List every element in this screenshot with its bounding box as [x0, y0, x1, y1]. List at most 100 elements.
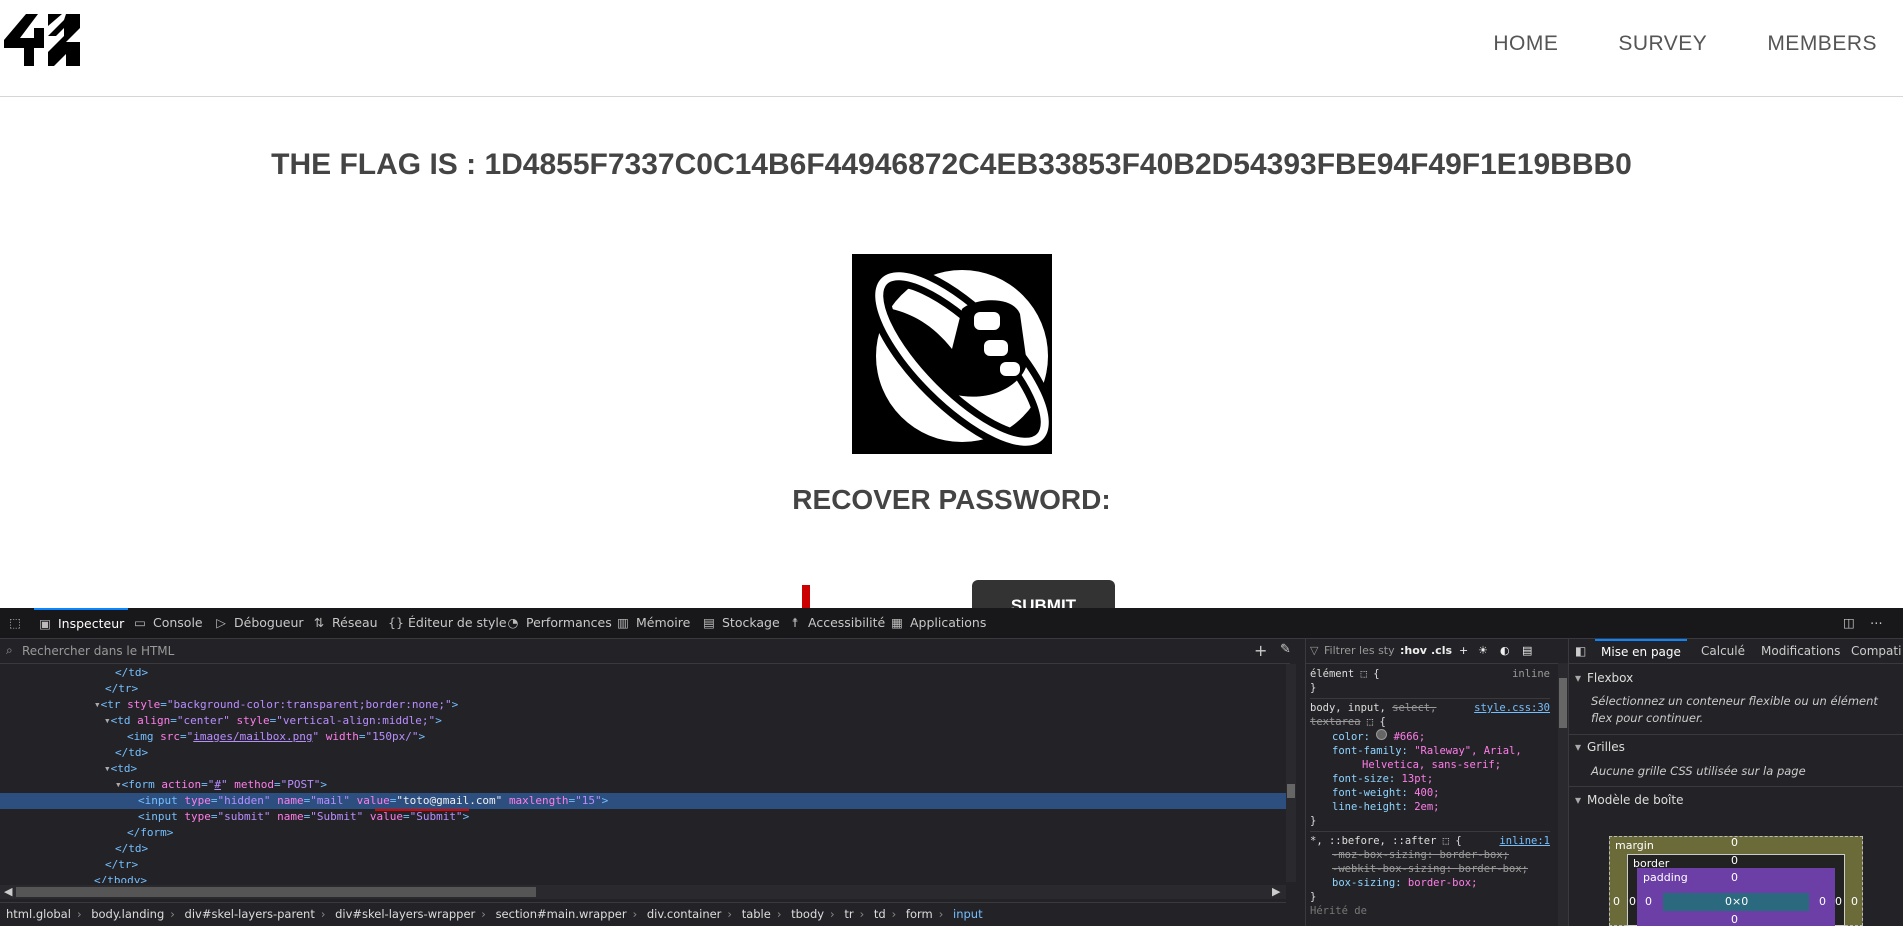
tab-computed[interactable]: Calculé [1701, 639, 1745, 663]
tab-accessibility[interactable]: ☨ Accessibilité [788, 608, 886, 638]
grid-section-header[interactable]: ▾ Grilles [1575, 740, 1625, 754]
border-right-value[interactable]: 0 [1835, 895, 1842, 908]
margin-right-value[interactable]: 0 [1851, 895, 1858, 908]
tree-line[interactable]: <img src="images/mailbox.png" width="150… [0, 729, 1286, 745]
crumb-skel-parent[interactable]: div#skel-layers-parent [185, 907, 315, 921]
crumb-table[interactable]: table [742, 907, 771, 921]
padding-top-value[interactable]: 0 [1731, 871, 1738, 884]
tab-storage[interactable]: ▤ Stockage [702, 608, 780, 638]
add-node-icon[interactable]: + [1254, 641, 1267, 660]
hov-toggle[interactable]: :hov [1400, 644, 1427, 657]
crumb-input[interactable]: input [953, 907, 983, 921]
scroll-right-icon[interactable]: ▶ [1272, 885, 1280, 898]
crumb-container[interactable]: div.container [647, 907, 722, 921]
network-icon: ⇅ [313, 615, 325, 630]
html-search-bar[interactable]: ⌕ Rechercher dans le HTML + ✎ [0, 639, 1291, 664]
tree-line[interactable]: </tr> [0, 681, 1286, 697]
tab-layout[interactable]: Mise en page [1595, 639, 1687, 663]
content-size-value[interactable]: 0×0 [1725, 895, 1748, 908]
light-mode-icon[interactable]: ☀ [1478, 644, 1488, 657]
more-menu-icon[interactable]: ⋯ [1870, 608, 1883, 638]
tree-line[interactable]: </td> [0, 745, 1286, 761]
sidebar-toggle-icon[interactable]: ◧ [1575, 639, 1586, 663]
dock-icon[interactable]: ◫ [1843, 608, 1855, 638]
rules-filter-input[interactable]: Filtrer les sty [1324, 644, 1395, 657]
red-mark [802, 585, 810, 609]
tab-performance[interactable]: ◔ Performances [506, 608, 612, 638]
print-mode-icon[interactable]: ▤ [1522, 644, 1532, 657]
tree-line[interactable]: ▾<td> [0, 761, 1286, 777]
hitchhiker-emblem-image [852, 254, 1056, 454]
border-top-value[interactable]: 0 [1731, 854, 1738, 867]
crumb-body[interactable]: body.landing [91, 907, 164, 921]
main-nav: HOME SURVEY MEMBERS [1493, 32, 1877, 56]
crumb-skel-wrapper[interactable]: div#skel-layers-wrapper [335, 907, 475, 921]
html-tree: </td> </tr> ▾<tr style="background-color… [0, 665, 1286, 883]
crumb-td[interactable]: td [874, 907, 886, 921]
element-picker-icon[interactable]: ⬚ [8, 608, 28, 638]
nav-survey[interactable]: SURVEY [1618, 32, 1707, 56]
tab-network[interactable]: ⇅ Réseau [312, 608, 378, 638]
color-swatch[interactable] [1376, 729, 1388, 740]
inline-source-link[interactable]: inline:1 [1499, 834, 1550, 848]
red-underline [375, 809, 469, 811]
nav-home[interactable]: HOME [1493, 32, 1558, 56]
tab-changes[interactable]: Modifications [1761, 639, 1840, 663]
breadcrumb: html.global › body.landing › div#skel-laye… [0, 902, 1286, 925]
site-header: HOME SURVEY MEMBERS [0, 0, 1903, 97]
tree-line[interactable]: ▾<form action="#" method="POST"> [0, 777, 1286, 793]
html-inspector-pane: ⌕ Rechercher dans le HTML + ✎ </td> </tr… [0, 639, 1296, 926]
margin-top-value[interactable]: 0 [1731, 836, 1738, 849]
flag-heading: THE FLAG IS : 1D4855F7337C0C14B6F4494687… [271, 148, 1632, 181]
tree-line[interactable]: ▾<td align="center" style="vertical-alig… [0, 713, 1286, 729]
tree-line[interactable]: </td> [0, 841, 1286, 857]
nav-members[interactable]: MEMBERS [1767, 32, 1877, 56]
tree-line[interactable]: </td> [0, 665, 1286, 681]
flexbox-section-header[interactable]: ▾ Flexbox [1575, 671, 1633, 685]
tree-line[interactable]: </tbody> [0, 873, 1286, 883]
style-source-link[interactable]: style.css:30 [1474, 701, 1550, 715]
tree-line-selected[interactable]: <input type="hidden" name="mail" value="… [0, 793, 1286, 809]
html-search-placeholder: Rechercher dans le HTML [22, 644, 175, 658]
crumb-tbody[interactable]: tbody [791, 907, 824, 921]
tab-inspector[interactable]: ▣ Inspecteur [34, 608, 129, 640]
padding-bottom-value[interactable]: 0 [1731, 913, 1738, 926]
tree-line[interactable]: <input type="submit" name="Submit" value… [0, 809, 1286, 825]
padding-left-value[interactable]: 0 [1645, 895, 1652, 908]
grid-message: Aucune grille CSS utilisée sur la page [1591, 764, 1806, 778]
margin-left-value[interactable]: 0 [1613, 895, 1620, 908]
border-left-value[interactable]: 0 [1629, 895, 1636, 908]
eyedropper-icon[interactable]: ✎ [1280, 642, 1291, 657]
rules-scrollbar[interactable] [1558, 663, 1568, 926]
padding-right-value[interactable]: 0 [1819, 895, 1826, 908]
tab-console[interactable]: ▭ Console [133, 608, 203, 638]
applications-icon: ▦ [891, 615, 903, 630]
crumb-html[interactable]: html.global [6, 907, 71, 921]
storage-icon: ▤ [703, 615, 715, 630]
crumb-tr[interactable]: tr [844, 907, 853, 921]
tree-line[interactable]: </form> [0, 825, 1286, 841]
42-logo[interactable] [4, 14, 80, 66]
submit-button[interactable]: SUBMIT [972, 580, 1115, 610]
tab-compatibility[interactable]: Compati [1851, 639, 1901, 663]
tab-applications[interactable]: ▦ Applications [890, 608, 986, 638]
inspector-icon: ▣ [39, 616, 51, 631]
tab-memory[interactable]: ▥ Mémoire [616, 608, 690, 638]
cls-toggle[interactable]: .cls [1431, 644, 1452, 657]
scroll-left-icon[interactable]: ◀ [4, 885, 12, 898]
padding-label: padding [1643, 871, 1688, 884]
add-rule-icon[interactable]: + [1459, 644, 1468, 657]
debugger-icon: ▷ [216, 615, 226, 630]
crumb-section[interactable]: section#main.wrapper [496, 907, 627, 921]
recover-password-title: RECOVER PASSWORD: [792, 484, 1111, 515]
dark-mode-icon[interactable]: ◐ [1500, 644, 1510, 657]
crumb-form[interactable]: form [906, 907, 933, 921]
tree-line[interactable]: ▾<tr style="background-color:transparent… [0, 697, 1286, 713]
tab-style-editor[interactable]: {} Éditeur de style [388, 608, 507, 638]
tree-line[interactable]: </tr> [0, 857, 1286, 873]
boxmodel-section-header[interactable]: ▾ Modèle de boîte [1575, 793, 1683, 807]
html-horizontal-scrollbar[interactable]: ◀ ▶ [0, 885, 1286, 899]
html-vertical-scrollbar[interactable] [1286, 664, 1296, 882]
rules-toolbar: ▽ Filtrer les sty :hov .cls + ☀ ◐ ▤ [1306, 639, 1568, 664]
tab-debugger[interactable]: ▷ Débogueur [214, 608, 303, 638]
